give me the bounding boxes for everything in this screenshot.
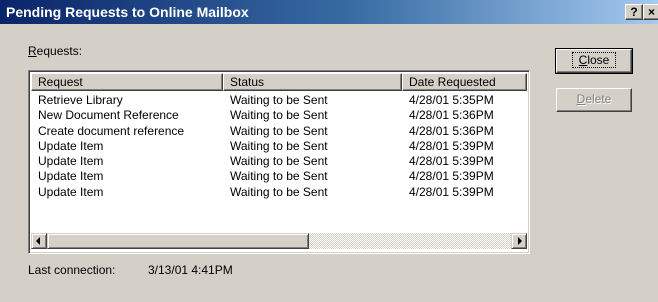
delete-button[interactable]: Delete (556, 88, 632, 112)
table-row[interactable]: Retrieve Library Waiting to be Sent 4/28… (31, 93, 527, 108)
last-connection-value: 3/13/01 4:41PM (148, 263, 233, 277)
cell-status: Waiting to be Sent (230, 169, 328, 184)
cell-request: Update Item (38, 138, 104, 153)
cell-request: Create document reference (38, 123, 185, 138)
cell-date-requested: 4/28/01 5:36PM (409, 123, 494, 138)
arrow-right-icon (518, 237, 522, 245)
arrow-left-icon (36, 237, 40, 245)
list-rows: Retrieve Library Waiting to be Sent 4/28… (31, 93, 527, 200)
close-button[interactable]: Close (555, 48, 633, 74)
table-row[interactable]: Update Item Waiting to be Sent 4/28/01 5… (31, 139, 527, 154)
table-row[interactable]: Update Item Waiting to be Sent 4/28/01 5… (31, 169, 527, 184)
close-icon: × (647, 5, 655, 19)
cell-date-requested: 4/28/01 5:39PM (409, 138, 494, 153)
last-connection-label: Last connection: (28, 263, 116, 277)
column-header-date-requested[interactable]: Date Requested (402, 73, 527, 91)
cell-date-requested: 4/28/01 5:36PM (409, 108, 494, 123)
cell-date-requested: 4/28/01 5:35PM (409, 93, 494, 107)
cell-status: Waiting to be Sent (230, 123, 328, 138)
column-header-status[interactable]: Status (223, 73, 402, 91)
table-row[interactable]: New Document Reference Waiting to be Sen… (31, 108, 527, 123)
cell-request: Update Item (38, 184, 104, 199)
cell-status: Waiting to be Sent (230, 184, 328, 199)
cell-status: Waiting to be Sent (230, 154, 328, 169)
cell-request: Update Item (38, 154, 104, 169)
cell-status: Waiting to be Sent (230, 93, 328, 107)
table-row[interactable]: Update Item Waiting to be Sent 4/28/01 5… (31, 185, 527, 200)
column-header-request[interactable]: Request (31, 73, 223, 91)
title-bar[interactable]: Pending Requests to Online Mailbox ? × (0, 0, 658, 24)
close-button-label: Close (571, 52, 617, 68)
cell-status: Waiting to be Sent (230, 138, 328, 153)
delete-button-label: Delete (576, 92, 612, 106)
cell-request: Retrieve Library (38, 93, 123, 107)
scroll-thumb[interactable] (47, 233, 309, 249)
cell-date-requested: 4/28/01 5:39PM (409, 184, 494, 199)
list-header: Request Status Date Requested (31, 73, 527, 91)
cell-request: New Document Reference (38, 108, 179, 123)
cell-date-requested: 4/28/01 5:39PM (409, 169, 494, 184)
window-title: Pending Requests to Online Mailbox (6, 4, 249, 20)
table-row[interactable]: Update Item Waiting to be Sent 4/28/01 5… (31, 154, 527, 169)
cell-request: Update Item (38, 169, 104, 184)
requests-label: Requests: (28, 44, 83, 58)
scroll-right-button[interactable] (511, 233, 527, 249)
help-button[interactable]: ? (625, 4, 643, 20)
horizontal-scrollbar[interactable] (31, 233, 527, 249)
table-row[interactable]: Create document reference Waiting to be … (31, 124, 527, 139)
window-close-button[interactable]: × (643, 4, 658, 20)
scroll-left-button[interactable] (31, 233, 47, 249)
help-icon: ? (630, 5, 638, 19)
requests-list[interactable]: Request Status Date Requested Retrieve L… (28, 70, 530, 254)
cell-status: Waiting to be Sent (230, 108, 328, 123)
last-connection: Last connection: 3/13/01 4:41PM (28, 263, 233, 277)
cell-date-requested: 4/28/01 5:39PM (409, 154, 494, 169)
